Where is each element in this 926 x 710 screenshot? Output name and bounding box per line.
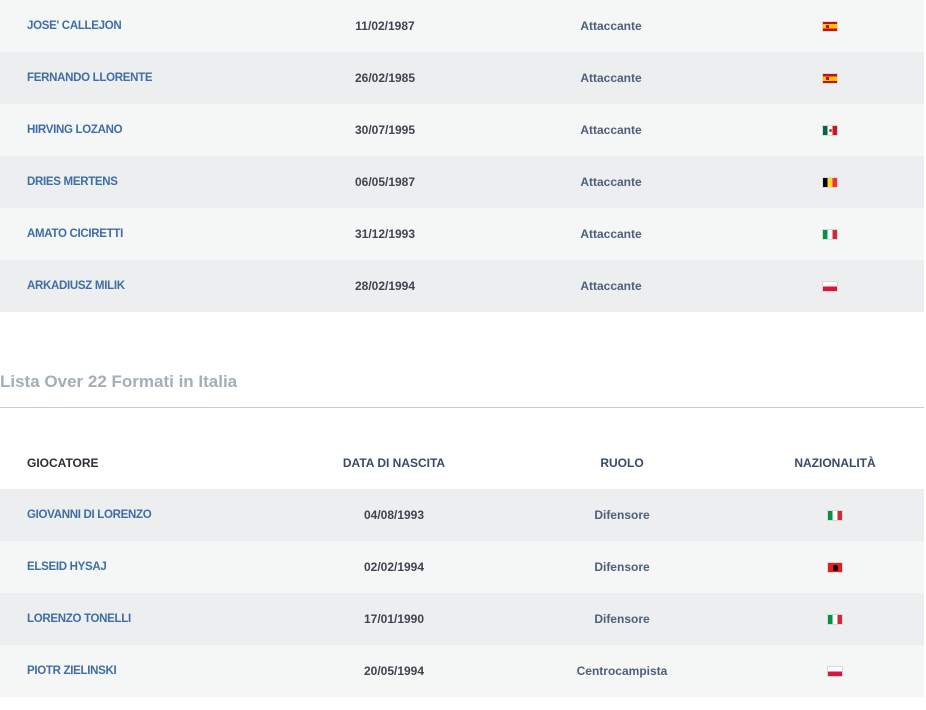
nationality-cell bbox=[742, 228, 918, 240]
page: JOSE' CALLEJON 11/02/1987 Attaccante FER… bbox=[0, 0, 926, 710]
birth-date: 04/08/1993 bbox=[363, 508, 425, 522]
player-role: Attaccante bbox=[580, 227, 642, 241]
player-role: Difensore bbox=[594, 560, 650, 574]
nationality-cell bbox=[746, 561, 924, 573]
player-name-link[interactable]: ARKADIUSZ MILIK bbox=[0, 280, 290, 292]
over22-table: GIOCATORE DATA DI NASCITA RUOLO NAZIONAL… bbox=[0, 437, 924, 697]
poland-flag-icon bbox=[827, 665, 843, 677]
italy-flag-icon bbox=[827, 613, 843, 625]
birth-date: 30/07/1995 bbox=[354, 123, 416, 137]
spain-flag-icon bbox=[822, 72, 838, 84]
player-role: Difensore bbox=[594, 612, 650, 626]
player-name-link[interactable]: HIRVING LOZANO bbox=[0, 124, 290, 136]
birth-date: 02/02/1994 bbox=[363, 560, 425, 574]
italy-flag-icon bbox=[827, 509, 843, 521]
attackers-table: JOSE' CALLEJON 11/02/1987 Attaccante FER… bbox=[0, 0, 924, 312]
nationality-cell bbox=[746, 665, 924, 677]
birth-date: 31/12/1993 bbox=[354, 227, 416, 241]
nationality-cell bbox=[746, 509, 924, 521]
birth-date: 28/02/1994 bbox=[354, 279, 416, 293]
table-row: GIOVANNI DI LORENZO 04/08/1993 Difensore bbox=[0, 489, 924, 541]
table-row: PIOTR ZIELINSKI 20/05/1994 Centrocampist… bbox=[0, 645, 924, 697]
nationality-cell bbox=[742, 280, 918, 292]
belgium-flag-icon bbox=[822, 176, 838, 188]
birth-date: 20/05/1994 bbox=[363, 664, 425, 678]
albania-flag-icon bbox=[827, 561, 843, 573]
header-nationality: NAZIONALITÀ bbox=[794, 456, 876, 470]
spain-flag-icon bbox=[822, 20, 838, 32]
player-name-link[interactable]: LORENZO TONELLI bbox=[0, 613, 290, 625]
header-player: GIOCATORE bbox=[27, 456, 99, 470]
player-name-link[interactable]: AMATO CICIRETTI bbox=[0, 228, 290, 240]
table-row: AMATO CICIRETTI 31/12/1993 Attaccante bbox=[0, 208, 924, 260]
player-role: Attaccante bbox=[580, 71, 642, 85]
section-title: Lista Over 22 Formati in Italia bbox=[0, 372, 238, 391]
header-role: RUOLO bbox=[600, 456, 644, 470]
player-name-link[interactable]: PIOTR ZIELINSKI bbox=[0, 665, 290, 677]
table-row: HIRVING LOZANO 30/07/1995 Attaccante bbox=[0, 104, 924, 156]
player-role: Centrocampista bbox=[576, 664, 668, 678]
player-role: Attaccante bbox=[580, 279, 642, 293]
player-role: Attaccante bbox=[580, 123, 642, 137]
section-divider bbox=[0, 407, 924, 408]
poland-flag-icon bbox=[822, 280, 838, 292]
player-name-link[interactable]: GIOVANNI DI LORENZO bbox=[0, 509, 290, 521]
italy-flag-icon bbox=[822, 228, 838, 240]
player-name-link[interactable]: ELSEID HYSAJ bbox=[0, 561, 290, 573]
nationality-cell bbox=[742, 124, 918, 136]
nationality-cell bbox=[742, 176, 918, 188]
mexico-flag-icon bbox=[822, 124, 838, 136]
player-role: Attaccante bbox=[580, 175, 642, 189]
table-header: GIOCATORE DATA DI NASCITA RUOLO NAZIONAL… bbox=[0, 437, 924, 489]
header-birth-date: DATA DI NASCITA bbox=[342, 456, 446, 470]
nationality-cell bbox=[742, 20, 918, 32]
player-name-link[interactable]: JOSE' CALLEJON bbox=[0, 20, 290, 32]
table-row: ELSEID HYSAJ 02/02/1994 Difensore bbox=[0, 541, 924, 593]
table-row: ARKADIUSZ MILIK 28/02/1994 Attaccante bbox=[0, 260, 924, 312]
birth-date: 26/02/1985 bbox=[354, 71, 416, 85]
player-name-link[interactable]: FERNANDO LLORENTE bbox=[0, 72, 290, 84]
player-role: Difensore bbox=[594, 508, 650, 522]
table-row: DRIES MERTENS 06/05/1987 Attaccante bbox=[0, 156, 924, 208]
table-row: LORENZO TONELLI 17/01/1990 Difensore bbox=[0, 593, 924, 645]
birth-date: 17/01/1990 bbox=[363, 612, 425, 626]
birth-date: 11/02/1987 bbox=[355, 19, 415, 33]
nationality-cell bbox=[746, 613, 924, 625]
player-role: Attaccante bbox=[580, 19, 642, 33]
table-row: JOSE' CALLEJON 11/02/1987 Attaccante bbox=[0, 0, 924, 52]
birth-date: 06/05/1987 bbox=[354, 175, 416, 189]
nationality-cell bbox=[742, 72, 918, 84]
table-row: FERNANDO LLORENTE 26/02/1985 Attaccante bbox=[0, 52, 924, 104]
player-name-link[interactable]: DRIES MERTENS bbox=[0, 176, 290, 188]
